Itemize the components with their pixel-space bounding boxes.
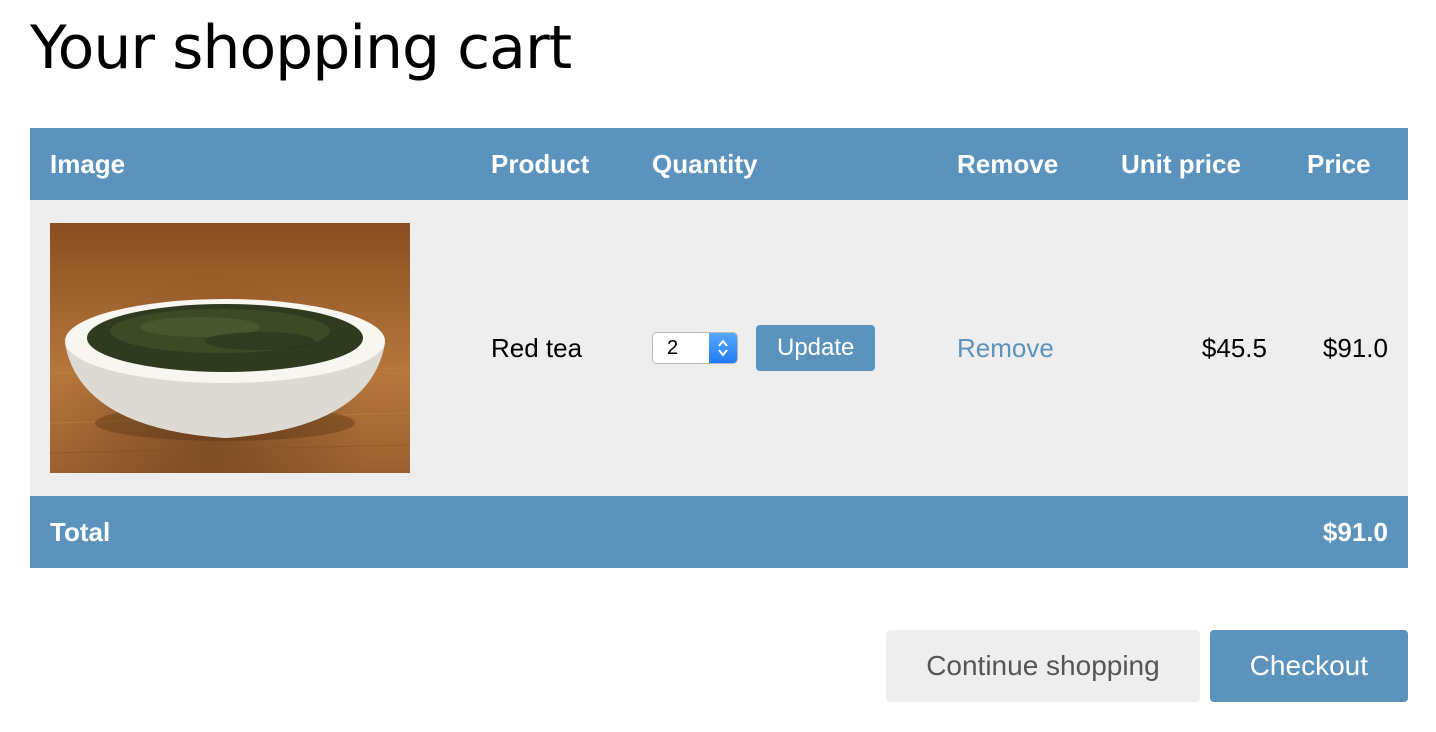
image-cell (30, 200, 471, 496)
header-remove: Remove (937, 128, 1101, 200)
update-button[interactable]: Update (756, 325, 876, 371)
product-name: Red tea (471, 200, 632, 496)
cart-table: Image Product Quantity Remove Unit price… (30, 128, 1408, 568)
up-down-chevron-icon[interactable] (709, 333, 737, 363)
remove-link[interactable]: Remove (957, 333, 1054, 363)
remove-cell: Remove (937, 200, 1101, 496)
total-label: Total (30, 496, 1287, 568)
header-image: Image (30, 128, 471, 200)
header-quantity: Quantity (632, 128, 937, 200)
quantity-cell: 2 Update (632, 200, 937, 496)
unit-price: $45.5 (1101, 200, 1287, 496)
header-price: Price (1287, 128, 1408, 200)
continue-shopping-button[interactable]: Continue shopping (886, 630, 1200, 702)
total-row: Total $91.0 (30, 496, 1408, 568)
header-product: Product (471, 128, 632, 200)
total-value: $91.0 (1287, 496, 1408, 568)
page-title: Your shopping cart (30, 13, 572, 83)
table-header-row: Image Product Quantity Remove Unit price… (30, 128, 1408, 200)
product-image (50, 223, 410, 473)
quantity-stepper[interactable]: 2 (652, 332, 738, 364)
cart-actions: Continue shopping Checkout (886, 630, 1408, 702)
header-unit-price: Unit price (1101, 128, 1287, 200)
checkout-button[interactable]: Checkout (1209, 630, 1408, 702)
line-price: $91.0 (1287, 200, 1408, 496)
quantity-value[interactable]: 2 (653, 333, 709, 363)
table-row: Red tea 2 Update Remove $45.5 $91.0 (30, 200, 1408, 496)
